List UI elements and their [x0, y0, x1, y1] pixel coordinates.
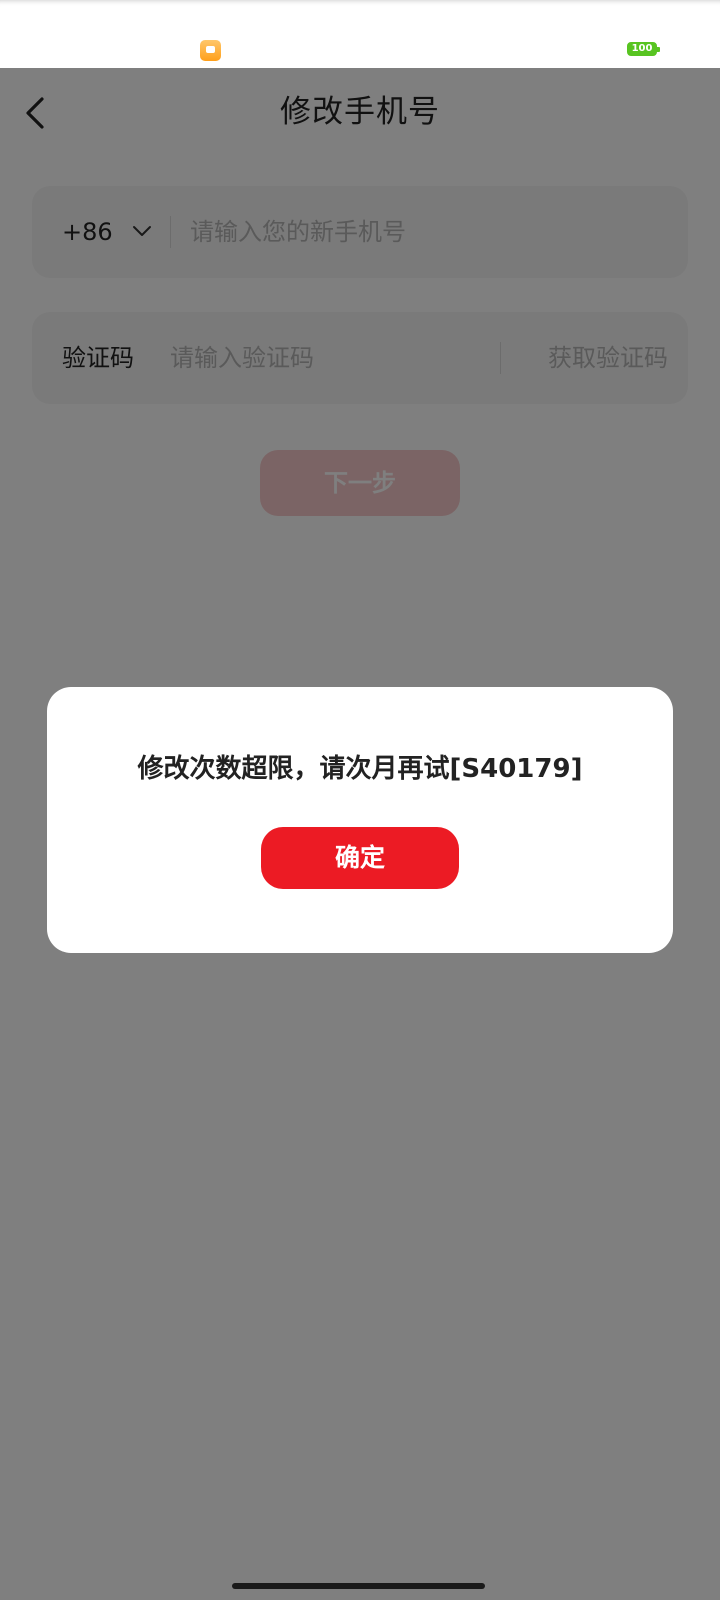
error-dialog: 修改次数超限，请次月再试[S40179] 确定: [47, 687, 673, 953]
battery-level: 100: [631, 43, 653, 54]
dialog-message: 修改次数超限，请次月再试[S40179]: [137, 754, 583, 784]
status-bar: 100: [0, 0, 720, 68]
confirm-button[interactable]: 确定: [261, 827, 459, 889]
battery-icon: 100: [627, 42, 660, 56]
notes-app-icon: [200, 40, 221, 61]
home-indicator[interactable]: [232, 1583, 485, 1589]
